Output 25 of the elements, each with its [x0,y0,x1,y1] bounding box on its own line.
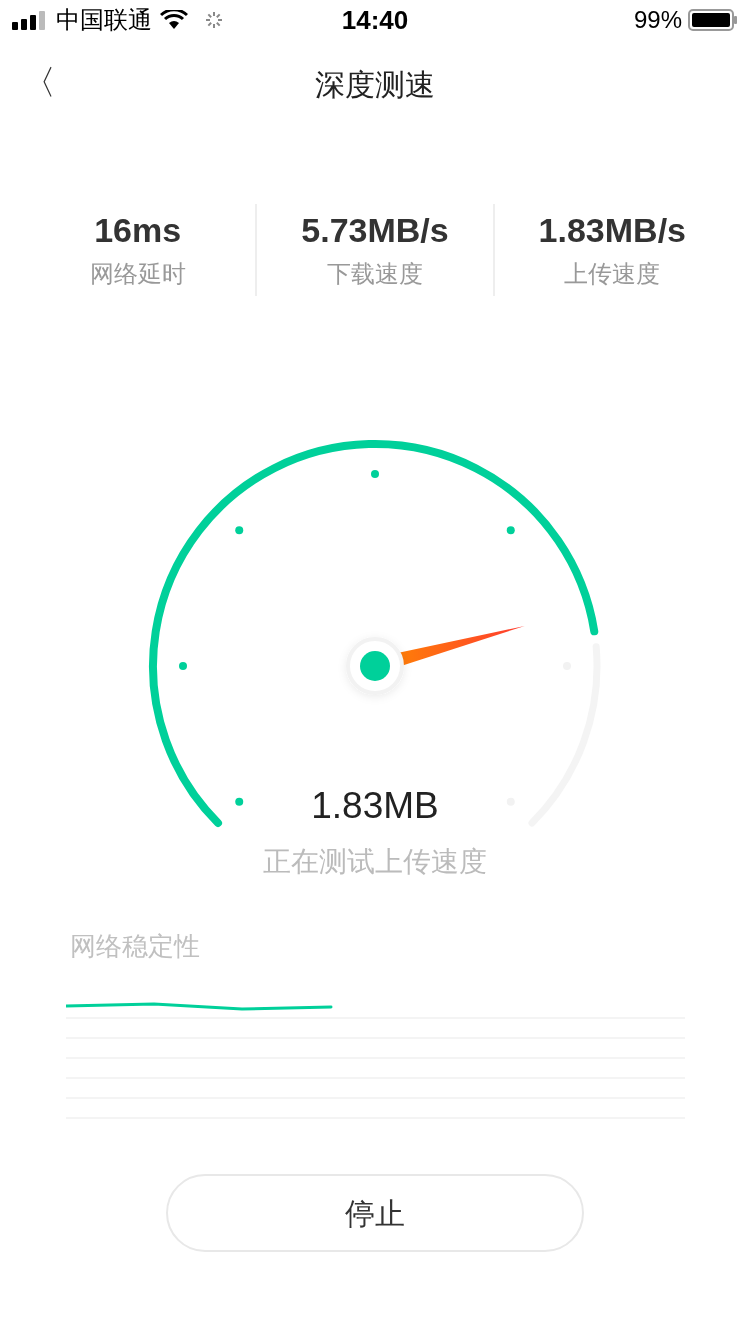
stat-label: 下载速度 [327,259,423,289]
status-time: 14:40 [341,3,409,37]
stat-value: 5.73MB/s [301,210,449,251]
loading-spinner-icon [204,10,224,30]
stat-label: 网络延时 [89,259,186,289]
gauge-hub [346,637,404,695]
gauge-tick [235,526,244,535]
wifi-icon [160,10,188,30]
gauge-tick [235,797,244,806]
carrier-name: 中国联通 [56,5,152,35]
battery-icon [688,9,738,31]
stat-label: 上传速度 [564,259,661,289]
stat-value: 16ms [94,210,182,251]
gauge-reading: 1.83MB [311,784,439,828]
signal-icon [12,10,48,30]
stability-title: 网络稳定性 [70,930,201,963]
gauge-tick [506,526,515,535]
stat-value: 1.83MB/s [538,210,686,251]
gauge-caption: 正在测试上传速度 [263,845,487,879]
gauge-tick [371,470,379,478]
battery-percent: 99% [633,5,682,35]
back-button[interactable]: 〈 [22,62,56,102]
gauge-tick [179,662,187,670]
stop-button[interactable]: 停止 [166,1174,584,1252]
page-title: 深度测速 [315,66,435,103]
